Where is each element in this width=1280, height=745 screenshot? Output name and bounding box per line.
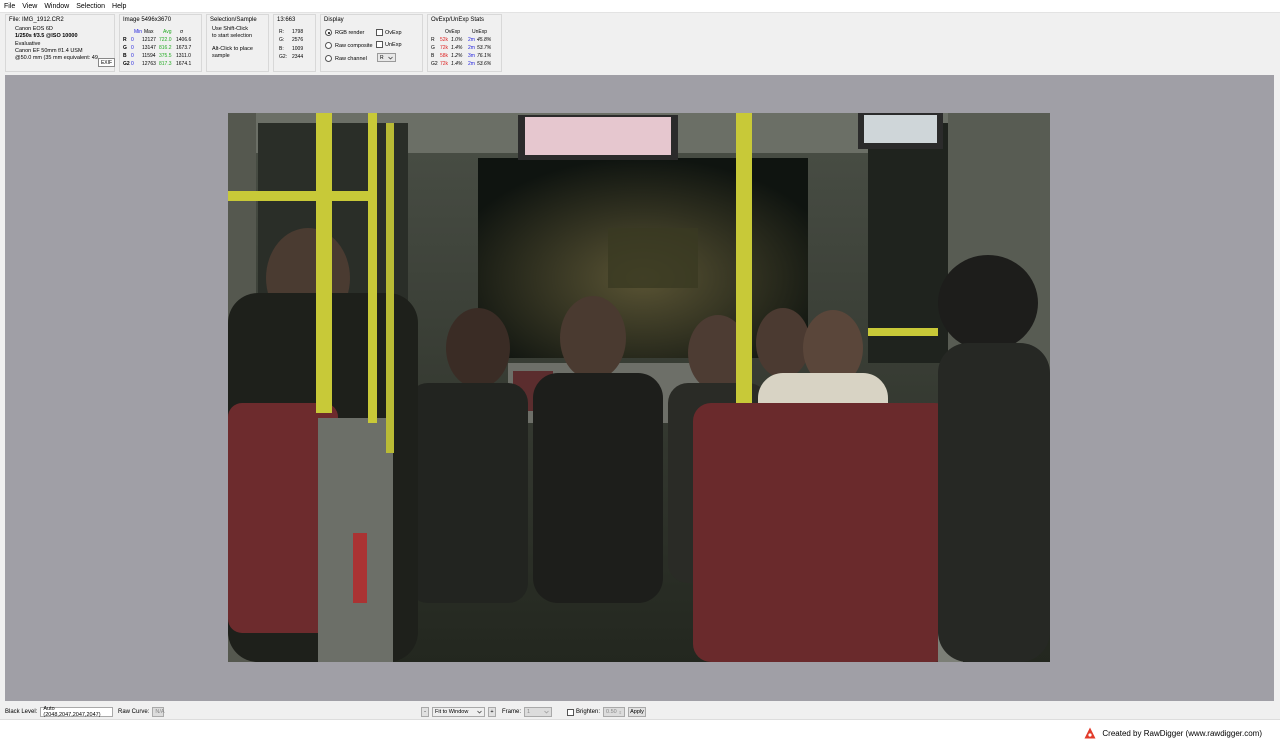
black-level-group: Black Level: Auto (2048,2047,2047,2047) (5, 706, 114, 718)
lens-info: Canon EF 50mm f/1.4 USM (15, 47, 83, 54)
apply-button[interactable]: Apply (628, 707, 647, 717)
black-level-label: Black Level: (5, 709, 38, 715)
pixel-r: 1798 (292, 29, 304, 35)
header-ovexp: OvExp (445, 29, 461, 35)
ovexp-title: OvExp/UnExp Stats (431, 17, 485, 23)
brighten-group: Brighten: 0.50 ⇳ Apply (567, 707, 647, 717)
chevron-down-icon (477, 710, 482, 714)
file-title: File: IMG_1912.CR2 (9, 17, 64, 23)
exposure-info: 1/250s f/3.5 @ISO 10000 (15, 33, 78, 40)
sample-hint-1: Alt-Click to place (212, 45, 253, 52)
raw-curve-label: Raw Curve: (118, 709, 150, 715)
selection-panel: Selection/Sample Use Shift-Click to star… (206, 14, 269, 72)
channel-select[interactable]: R (377, 53, 396, 62)
selection-hint-2: to start selection (212, 33, 253, 40)
chevron-down-icon (544, 710, 549, 714)
header-min: Min (134, 29, 143, 35)
display-panel: Display RGB render Raw composite Raw cha… (320, 14, 423, 72)
stats-row-g2: G2 0 12763 817.3 1674.1 (123, 61, 192, 67)
footer: Created by RawDigger (www.rawdigger.com) (0, 719, 1280, 745)
frame-select[interactable]: 1 (524, 707, 553, 717)
brighten-label: Brighten: (576, 709, 601, 715)
selection-title: Selection/Sample (210, 17, 257, 23)
ovexp-row-b: B 58k 1.2% 3m 76.1% (431, 53, 492, 59)
display-title: Display (324, 17, 344, 23)
radio-selected-icon (325, 29, 332, 36)
photo-render (228, 113, 1050, 662)
ovexp-stats-panel: OvExp/UnExp Stats OvExp UnExp R 52k 1.0%… (427, 14, 502, 72)
image-stats-table: Min Max Avg σ R 0 12127 722.0 1406.6 G 0… (123, 28, 196, 68)
image-title: Image 5496x3670 (123, 17, 172, 23)
sample-hint-2: sample (212, 52, 230, 59)
zoom-in-button[interactable]: + (488, 707, 496, 717)
header-sd: σ (180, 29, 184, 35)
raw-curve-field[interactable]: N/A (152, 707, 165, 717)
raw-curve-group: Raw Curve: N/A (118, 707, 165, 717)
raw-channel-option[interactable]: Raw channel (325, 55, 367, 62)
zoom-select[interactable]: Fit to Window (432, 707, 485, 717)
ovexp-row-g: G 72k 1.4% 2m 53.7% (431, 45, 492, 51)
zoom-out-button[interactable]: - (421, 707, 429, 717)
menu-view[interactable]: View (22, 3, 37, 10)
image-stats-panel: Image 5496x3670 Min Max Avg σ R 0 12127 … (119, 14, 202, 72)
menu-file[interactable]: File (4, 3, 15, 10)
unexp-checkbox[interactable]: UnExp (376, 41, 402, 48)
camera-model: Canon EOS 6D (15, 26, 53, 32)
menu-selection[interactable]: Selection (76, 3, 105, 10)
metering-mode: Evaluative (15, 40, 41, 47)
exif-button[interactable]: EXIF (98, 58, 115, 67)
pixel-g: 2576 (292, 37, 304, 44)
menu-bar: File View Window Selection Help (0, 0, 1280, 12)
menu-help[interactable]: Help (112, 3, 126, 10)
focal-length: @50.0 mm (35 mm equivalent: 49. (15, 55, 100, 62)
menu-separator (0, 12, 1280, 13)
header-unexp: UnExp (472, 29, 488, 35)
ovexp-checkbox[interactable]: OvExp (376, 29, 402, 36)
spinner-arrows-icon: ⇳ (618, 709, 623, 715)
credit-line: Created by RawDigger (www.rawdigger.com) (1084, 727, 1262, 739)
radio-icon (325, 42, 332, 49)
ovexp-row-r: R 52k 1.0% 2m 45.8% (431, 37, 492, 43)
raw-photo[interactable] (228, 113, 1050, 662)
rawdigger-logo-icon (1084, 727, 1096, 739)
pixel-b: 1009 (292, 45, 304, 52)
stats-row-r: R 0 12127 722.0 1406.6 (123, 37, 192, 43)
checkbox-icon (376, 29, 383, 36)
frame-group: Frame: 1 (502, 707, 553, 717)
ovexp-row-g2: G2 72k 1.4% 2m 53.6% (431, 61, 492, 67)
stats-row-b: B 0 11594 375.5 1311.0 (123, 53, 191, 59)
brighten-spinner[interactable]: 0.50 ⇳ (603, 707, 626, 717)
selection-hint-1: Use Shift-Click (212, 26, 249, 32)
credit-text[interactable]: Created by RawDigger (www.rawdigger.com) (1102, 729, 1262, 738)
image-viewport[interactable] (5, 75, 1274, 701)
pixel-values: R: 1798 G: 2576 B: 1009 G2: 2344 (279, 29, 304, 61)
brighten-checkbox[interactable] (567, 708, 574, 716)
header-max: Max (144, 29, 154, 35)
header-avg: Avg (163, 29, 172, 35)
pixel-g2: 2344 (292, 54, 304, 61)
ovexp-table: OvExp UnExp R 52k 1.0% 2m 45.8% G 72k 1.… (431, 28, 496, 68)
pixel-values-panel: 13:663 R: 1798 G: 2576 B: 1009 G2: 2344 (273, 14, 316, 72)
zoom-group: - Fit to Window + (421, 707, 496, 717)
chevron-down-icon (388, 56, 393, 59)
bottom-toolbar: Black Level: Auto (2048,2047,2047,2047) … (0, 705, 1280, 719)
rgb-render-option[interactable]: RGB render (325, 29, 364, 36)
black-level-field[interactable]: Auto (2048,2047,2047,2047) (40, 706, 114, 718)
menu-window[interactable]: Window (44, 3, 69, 10)
stats-row-g: G 0 13147 816.2 1673.7 (123, 45, 192, 51)
file-info-panel: File: IMG_1912.CR2 Canon EOS 6D 1/250s f… (5, 14, 115, 72)
pixel-coords: 13:663 (277, 17, 296, 23)
checkbox-icon (376, 41, 383, 48)
raw-composite-option[interactable]: Raw composite (325, 42, 373, 49)
frame-label: Frame: (502, 709, 522, 715)
radio-icon (325, 55, 332, 62)
